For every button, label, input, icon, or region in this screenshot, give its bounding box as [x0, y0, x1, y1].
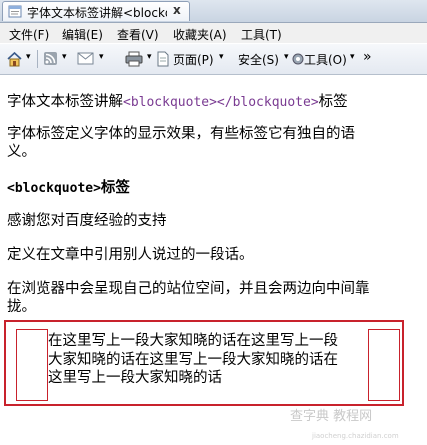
intro-text-line1: 字体标签定义字体的显示效果，有些标签它有独自的语	[7, 126, 355, 142]
menu-file[interactable]: 文件(F)	[9, 26, 49, 43]
mail-dropdown-icon[interactable]: ▾	[99, 52, 104, 62]
feeds-dropdown-icon[interactable]: ▾	[62, 52, 67, 62]
tab-close-icon[interactable]: x	[173, 3, 181, 17]
definition-text: 定义在文章中引用别人说过的一段话。	[7, 247, 254, 263]
home-icon[interactable]	[6, 51, 23, 67]
more-commands-icon[interactable]: »	[363, 49, 372, 65]
tools-icon	[292, 53, 304, 65]
tab-title: 字体文本标签讲解<blockq...	[27, 6, 167, 20]
page-content: 字体文本标签讲解<blockquote></blockquote>标签 字体标签…	[0, 75, 427, 445]
intro-text-line2: 义。	[7, 144, 36, 160]
blockquote-line: 在这里写上一段大家知晓的话在这里写上一段	[48, 333, 338, 349]
menu-edit[interactable]: 编辑(E)	[62, 26, 103, 43]
safety-menu-button[interactable]: 安全(S)	[238, 51, 279, 68]
menu-bar: 文件(F) 编辑(E) 查看(V) 收藏夹(A) 工具(T)	[0, 23, 427, 43]
heading-text: 字体文本标签讲解	[7, 94, 123, 110]
menu-tools[interactable]: 工具(T)	[241, 26, 282, 43]
tools-menu-button[interactable]: 工具(O)	[304, 51, 347, 68]
blockquote-line: 这里写上一段大家知晓的话	[48, 370, 222, 386]
blockquote-text: 在这里写上一段大家知晓的话在这里写上一段 大家知晓的话在这里写上一段大家知晓的话…	[48, 332, 370, 388]
blockquote-highlight-frame: 在这里写上一段大家知晓的话在这里写上一段 大家知晓的话在这里写上一段大家知晓的话…	[4, 320, 404, 406]
mail-icon[interactable]	[77, 51, 95, 66]
watermark: 查字典 教程网	[290, 409, 373, 424]
tag-heading-text: 标签	[100, 180, 130, 196]
page-heading: 字体文本标签讲解<blockquote></blockquote>标签	[7, 93, 348, 112]
blockquote-right-margin	[368, 329, 400, 401]
safety-dropdown-icon[interactable]: ▾	[284, 52, 289, 62]
home-dropdown-icon[interactable]: ▾	[26, 52, 31, 62]
watermark-url: jiaocheng.chazidian.com	[312, 432, 399, 440]
tools-dropdown-icon[interactable]: ▾	[350, 52, 355, 62]
menu-view[interactable]: 查看(V)	[117, 26, 159, 43]
feeds-icon[interactable]	[43, 51, 58, 66]
print-icon[interactable]	[125, 51, 143, 67]
browser-tab[interactable]: 字体文本标签讲解<blockq... x	[2, 1, 190, 21]
tag-heading: <blockquote>标签	[7, 179, 130, 198]
toolbar-separator	[37, 50, 38, 68]
heading-suffix: 标签	[318, 94, 348, 110]
blockquote-line: 大家知晓的话在这里写上一段大家知晓的话在	[48, 351, 338, 368]
page-icon	[8, 5, 22, 18]
browser-text-line1: 在浏览器中会呈现自己的站位空间，并且会两边向中间靠	[7, 281, 370, 297]
page-dropdown-icon[interactable]: ▾	[219, 52, 224, 62]
blockquote-left-margin	[16, 329, 48, 401]
browser-text-line2: 拢。	[7, 299, 36, 315]
command-bar: ▾ ▾ ▾ ▾ 页面(P) ▾ 安全(S) ▾ 工具(O) ▾ »	[0, 44, 427, 75]
page-menu-icon	[157, 51, 169, 67]
thanks-text: 感谢您对百度经验的支持	[7, 213, 167, 229]
tab-bar: 字体文本标签讲解<blockq... x	[0, 0, 427, 23]
print-dropdown-icon[interactable]: ▾	[147, 52, 152, 62]
page-menu-button[interactable]: 页面(P)	[173, 51, 214, 68]
menu-favorites[interactable]: 收藏夹(A)	[173, 26, 227, 43]
heading-code: <blockquote></blockquote>	[123, 95, 319, 110]
tag-heading-code: <blockquote>	[7, 181, 101, 196]
